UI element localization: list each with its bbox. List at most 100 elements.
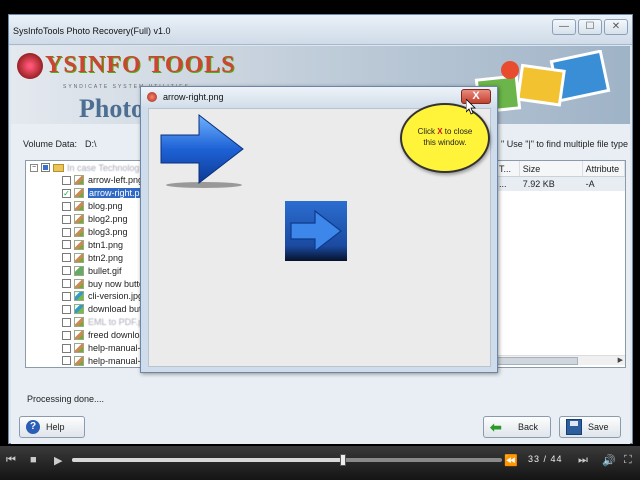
tree-item-label: help-manual-3 (88, 355, 143, 366)
arrow-right-icon (160, 113, 244, 188)
tree-item-label: bullet.gif (88, 265, 122, 276)
callout-text-pre: Click (417, 127, 438, 136)
item-checkbox[interactable] (62, 227, 71, 237)
help-button[interactable]: ? Help (19, 416, 85, 438)
tree-item[interactable]: EML to PDF.png (26, 316, 142, 329)
tree-item[interactable]: btn1.png (26, 238, 142, 251)
brand-logo: YSINFO TOOLS (17, 52, 236, 80)
minimize-button[interactable]: — (552, 19, 576, 35)
item-checkbox[interactable] (62, 330, 71, 340)
tree-item[interactable]: cli-version.jpg (26, 290, 142, 303)
stop-icon[interactable]: ■ (30, 454, 37, 466)
column-header-size[interactable]: Size (520, 161, 583, 176)
tree-item[interactable]: bullet.gif (26, 264, 142, 277)
image-file-icon (74, 188, 84, 199)
seek-bar[interactable] (72, 454, 502, 466)
skip-back-icon[interactable]: ⏮ (6, 454, 16, 467)
item-checkbox[interactable] (62, 291, 71, 301)
item-checkbox[interactable] (62, 343, 71, 353)
collapse-icon[interactable]: − (30, 163, 38, 172)
image-file-icon (74, 265, 84, 276)
scroll-right-icon[interactable]: ▶ (618, 356, 623, 364)
item-checkbox[interactable] (62, 356, 71, 366)
root-checkbox[interactable] (41, 163, 50, 172)
column-header-type[interactable]: T... (496, 161, 520, 176)
help-icon: ? (26, 420, 40, 434)
tree-item-label: blog2.png (88, 214, 128, 225)
tree-item-label: btn1.png (88, 239, 124, 250)
table-header: T... Size Attribute (496, 161, 625, 177)
image-file-icon (74, 291, 84, 302)
callout-text-post: to close (442, 127, 473, 136)
horizontal-scrollbar[interactable]: ▶ (496, 355, 625, 365)
tree-item[interactable]: freed downloa (26, 329, 142, 342)
logo-s-icon (17, 53, 43, 80)
tree-item[interactable]: buy now butto (26, 277, 142, 290)
item-checkbox[interactable]: ✓ (62, 188, 71, 198)
root-folder-label: In case Technolog (67, 162, 140, 173)
tree-item[interactable]: ✓ arrow-right.png (26, 187, 142, 200)
title-bar: SysInfoTools Photo Recovery(Full) v1.0 —… (9, 15, 632, 45)
tree-items: arrow-left.png ✓ arrow-right.png blog.png bl… (26, 174, 142, 368)
image-file-icon (74, 201, 84, 212)
back-label: Back (518, 422, 539, 432)
item-checkbox[interactable] (62, 175, 71, 185)
file-tree[interactable]: − In case Technolog arrow-left.png ✓ arrow… (25, 160, 143, 368)
next-icon[interactable]: ⏭ (578, 454, 588, 467)
tree-root[interactable]: − In case Technolog (26, 161, 142, 174)
item-checkbox[interactable] (62, 304, 71, 314)
banner-title: Photo (79, 94, 144, 123)
save-button[interactable]: Save (559, 416, 621, 438)
tree-item-label: btn2.png (88, 252, 124, 263)
seek-handle[interactable] (339, 454, 346, 466)
volume-icon[interactable]: 🔊 (602, 454, 616, 467)
item-checkbox[interactable] (62, 266, 71, 276)
top-black-bar (0, 0, 640, 14)
tree-item[interactable]: blog.png (26, 200, 142, 213)
tree-item-label: EML to PDF.png (88, 317, 142, 328)
item-checkbox[interactable] (62, 317, 71, 327)
close-button[interactable]: ✕ (604, 19, 628, 35)
tree-item[interactable]: btn2.png (26, 251, 142, 264)
image-file-icon (74, 227, 84, 237)
column-header-attribute[interactable]: Attribute (583, 161, 625, 176)
image-file-icon (74, 214, 84, 225)
item-checkbox[interactable] (62, 279, 71, 289)
item-checkbox[interactable] (62, 253, 71, 263)
tree-item[interactable]: help-manual-2 (26, 342, 142, 355)
image-file-icon (74, 343, 84, 354)
tree-item-label: blog.png (88, 201, 123, 212)
tree-item[interactable]: blog2.png (26, 213, 142, 226)
mouse-cursor-icon (466, 99, 476, 115)
play-icon[interactable]: ▶ (54, 454, 62, 467)
maximize-button[interactable]: ☐ (578, 19, 602, 35)
tree-item-label: arrow-left.png (88, 175, 143, 186)
tooltip-callout: Click X to close this window. (400, 103, 490, 173)
status-text: Processing done.... (27, 394, 105, 404)
tree-item[interactable]: blog3.png (26, 226, 142, 239)
table-row[interactable]: ... 7.92 KB -A (496, 177, 625, 191)
save-label: Save (588, 422, 609, 432)
tree-item-label: download butt (88, 304, 143, 315)
image-file-icon (74, 278, 84, 289)
image-file-icon (74, 252, 84, 263)
tree-item-label: buy now butto (88, 278, 143, 289)
back-button[interactable]: ⬅ Back (483, 416, 551, 438)
scrollbar-thumb[interactable] (496, 357, 578, 365)
tree-item[interactable]: help-manual.jp (26, 367, 142, 368)
volume-value: D:\ (85, 139, 97, 149)
image-file-icon (74, 304, 84, 315)
item-checkbox[interactable] (62, 240, 71, 250)
tree-item-label: freed downloa (88, 330, 143, 341)
file-details-table[interactable]: T... Size Attribute ... 7.92 KB -A ▶ (495, 160, 626, 368)
fullscreen-icon[interactable]: ⛶ (624, 454, 632, 467)
app-icon (147, 92, 157, 102)
previous-icon[interactable]: ⏪ (504, 454, 518, 467)
image-file-icon (74, 317, 84, 328)
tree-item[interactable]: arrow-left.png (26, 174, 142, 187)
item-checkbox[interactable] (62, 214, 71, 224)
item-checkbox[interactable] (62, 201, 71, 211)
tree-item[interactable]: help-manual-3 (26, 354, 142, 367)
tree-item[interactable]: download butt (26, 303, 142, 316)
tree-item-label: arrow-right.png (88, 188, 142, 199)
